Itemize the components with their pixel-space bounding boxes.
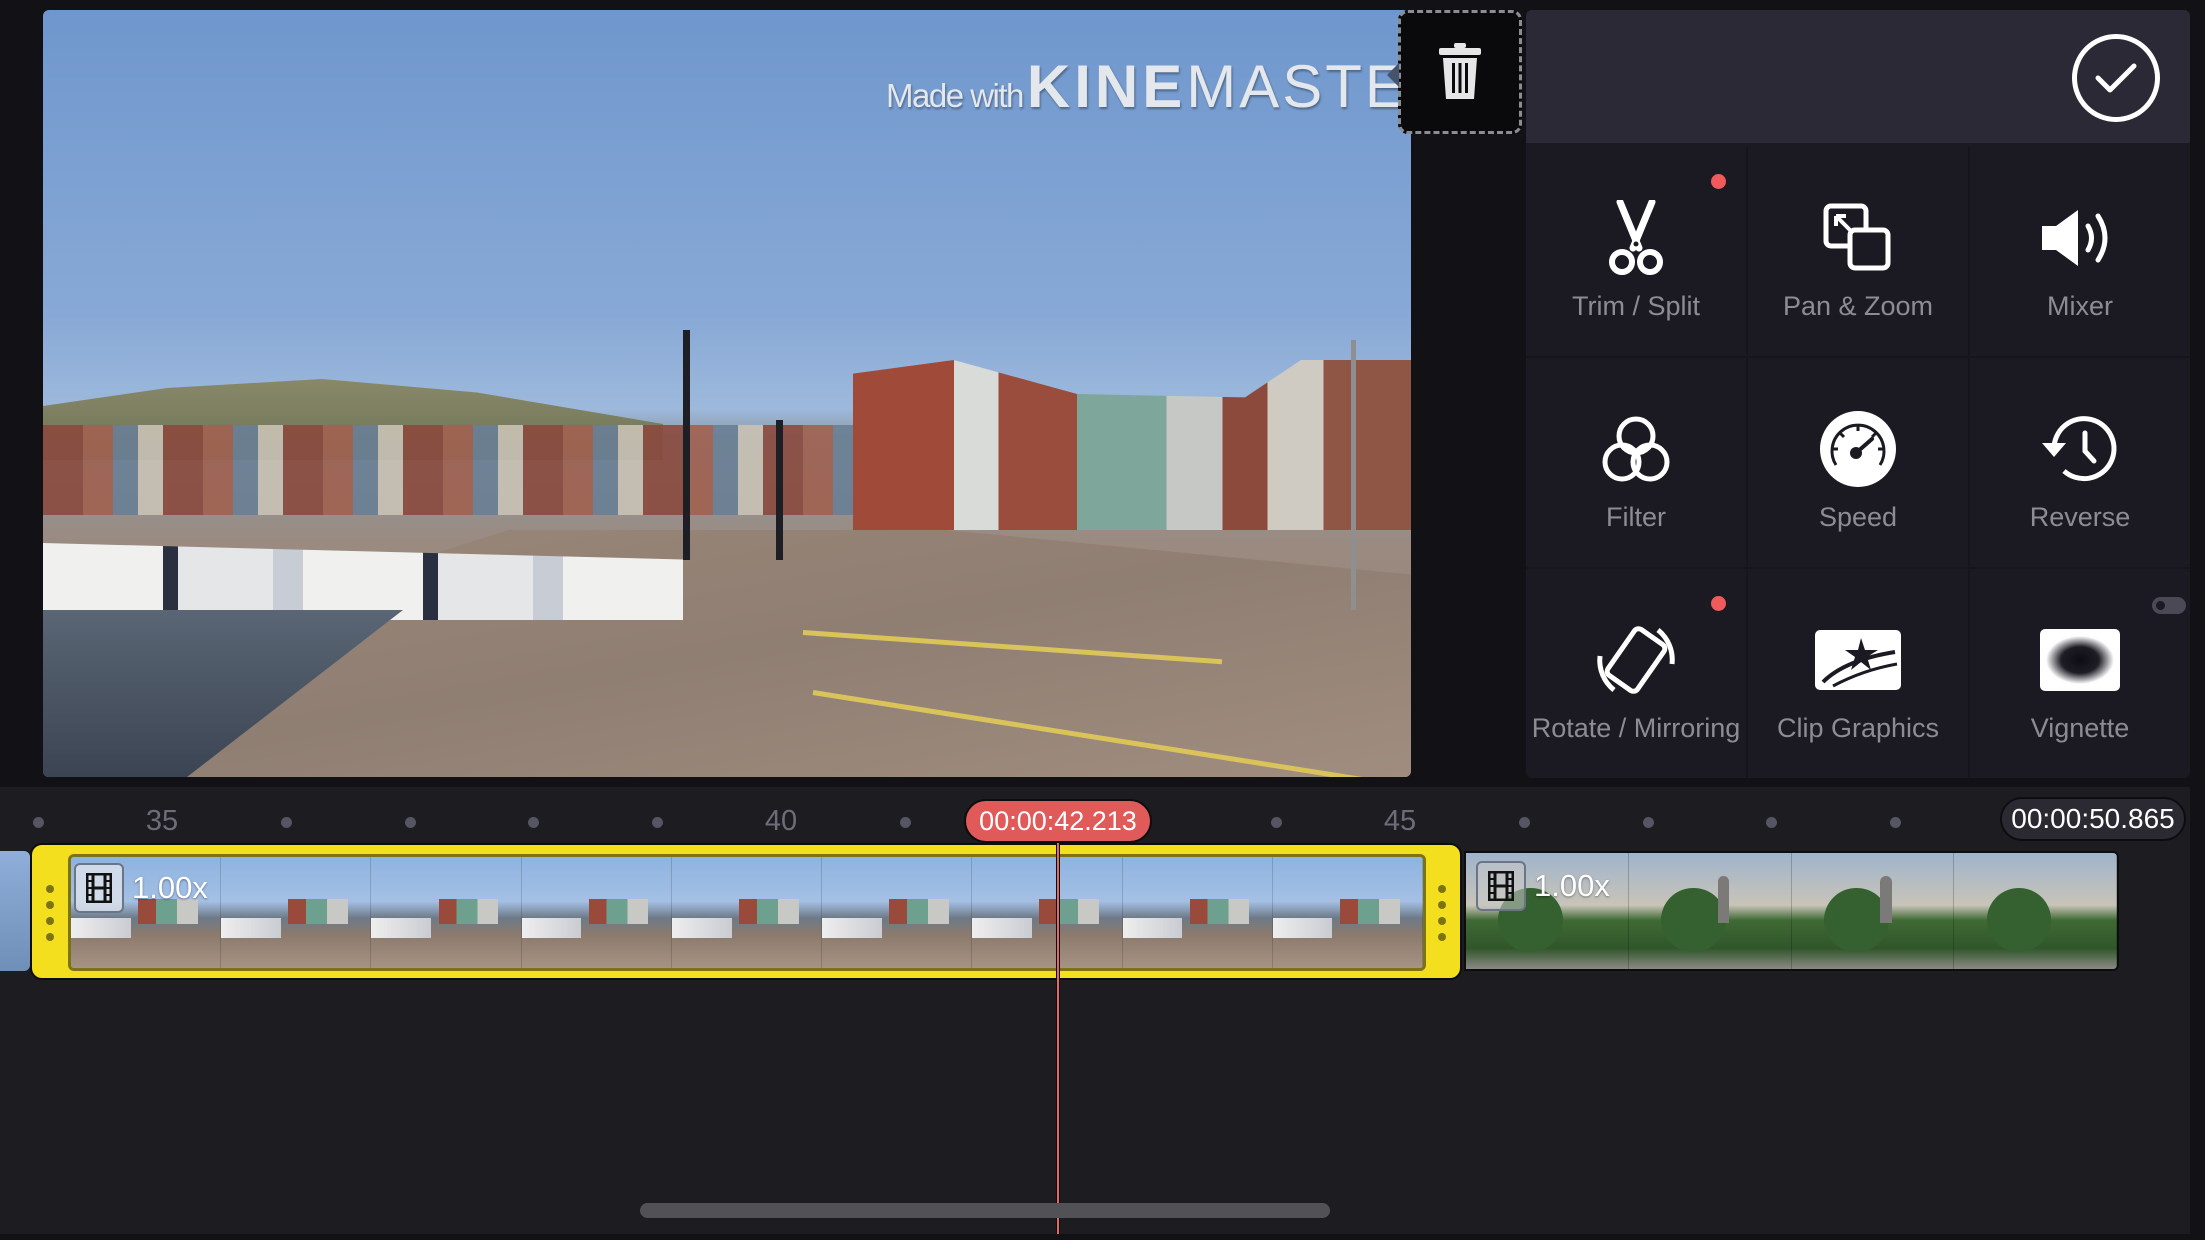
thumbnail-frame	[1954, 853, 2117, 969]
tool-vignette[interactable]: Vignette	[1970, 569, 2190, 778]
rotate-device-icon	[1597, 626, 1675, 694]
preview-boats	[43, 543, 683, 620]
thumbnail-frame	[221, 857, 372, 968]
pan-zoom-icon	[1823, 203, 1891, 271]
tool-filter[interactable]: Filter	[1526, 358, 1746, 567]
ruler-label: 40	[764, 805, 798, 837]
delete-pointer-arrow	[1387, 63, 1399, 87]
ruler-tick-dot	[1890, 817, 1902, 828]
total-duration: 00:00:50.865	[2000, 797, 2186, 841]
timeline[interactable]: 35 40 45 00:00:50.865 1.00x 1.00x 00:00:…	[0, 787, 2190, 1234]
trim-handle-left[interactable]	[44, 885, 56, 941]
trim-handle-right[interactable]	[1436, 885, 1448, 941]
kinemaster-watermark: Made withKINEMASTER	[886, 52, 1411, 121]
timeline-scrollbar[interactable]	[640, 1203, 1330, 1218]
tool-rotate-mirroring[interactable]: Rotate / Mirroring	[1526, 569, 1746, 778]
playhead-time[interactable]: 00:00:42.213	[964, 799, 1152, 843]
thumbnail-frame	[972, 857, 1123, 968]
selected-clip[interactable]: 1.00x	[30, 843, 1462, 980]
tool-label: Speed	[1818, 502, 1898, 532]
panel-header	[1526, 10, 2190, 143]
clip-graphics-star-icon	[1815, 630, 1901, 690]
video-preview[interactable]: Made withKINEMASTER	[43, 10, 1411, 777]
ruler-label: 35	[145, 805, 179, 837]
vignette-icon	[2040, 629, 2120, 691]
tool-label: Pan & Zoom	[1782, 291, 1934, 321]
vignette-toggle[interactable]	[2152, 597, 2186, 614]
tool-pan-zoom[interactable]: Pan & Zoom	[1748, 147, 1968, 356]
preview-lamp-post	[776, 420, 783, 560]
ruler-tick-dot	[652, 817, 664, 828]
watermark-prefix: Made with	[886, 77, 1024, 114]
thumbnail-frame	[1791, 853, 1955, 969]
new-indicator-dot	[1711, 596, 1726, 611]
film-icon	[74, 863, 124, 913]
tool-label: Mixer	[2047, 291, 2113, 321]
done-button[interactable]	[2072, 34, 2160, 122]
ruler-tick-dot	[1518, 817, 1530, 828]
ruler-label: 45	[1383, 805, 1417, 837]
tool-trim-split[interactable]: Trim / Split	[1526, 147, 1746, 356]
playhead-line[interactable]	[1056, 843, 1060, 1234]
trash-icon	[1439, 43, 1481, 99]
tool-mixer[interactable]: Mixer	[1970, 147, 2190, 356]
ruler-tick-dot	[1642, 817, 1654, 828]
speaker-icon	[2042, 210, 2108, 266]
previous-clip[interactable]	[0, 851, 30, 971]
clip-speed-badge: 1.00x	[74, 863, 208, 913]
delete-clip-button[interactable]	[1387, 10, 1522, 134]
preview-buildings-right	[853, 360, 1411, 530]
thumbnail-frame	[371, 857, 522, 968]
ruler-tick-dot	[33, 817, 45, 828]
thumbnail-frame	[521, 857, 672, 968]
scissors-icon	[1609, 200, 1663, 275]
clip-thumbnails	[68, 854, 1426, 971]
tool-grid: Trim / Split Pan & Zoom Mixer Filter Spe…	[1526, 147, 2190, 778]
ruler-tick-dot	[1766, 817, 1778, 828]
tool-label: Filter	[1606, 502, 1666, 532]
thumbnail-frame	[671, 857, 823, 968]
ruler-tick-dot	[899, 817, 911, 828]
thumbnail-frame	[1272, 857, 1423, 968]
next-clip[interactable]: 1.00x	[1464, 851, 2119, 971]
toggle-knob	[2156, 601, 2165, 610]
watermark-brand-light: MASTER	[1186, 53, 1411, 120]
filter-circles-icon	[1602, 416, 1670, 482]
tool-label: Clip Graphics	[1776, 713, 1940, 743]
checkmark-icon	[2095, 63, 2137, 93]
watermark-brand-bold: KINE	[1026, 53, 1187, 120]
tool-reverse[interactable]: Reverse	[1970, 358, 2190, 567]
speedometer-icon	[1820, 411, 1896, 487]
ruler-tick-dot	[1271, 817, 1283, 828]
ruler-tick-dot	[404, 817, 416, 828]
tool-speed[interactable]: Speed	[1748, 358, 1968, 567]
preview-buildings-left	[43, 425, 863, 515]
tool-clip-graphics[interactable]: Clip Graphics	[1748, 569, 1968, 778]
tool-label: Trim / Split	[1572, 291, 1700, 321]
thumbnail-frame	[1122, 857, 1273, 968]
preview-sign-post	[1351, 340, 1356, 610]
thumbnail-frame	[1628, 853, 1792, 969]
ruler-tick-dot	[280, 817, 292, 828]
tool-label: Vignette	[2030, 713, 2130, 743]
tool-label: Reverse	[2029, 502, 2131, 532]
film-icon	[1476, 861, 1526, 911]
thumbnail-frame	[822, 857, 973, 968]
new-indicator-dot	[1711, 174, 1726, 189]
kinemaster-editor: Made withKINEMASTER	[0, 0, 2205, 1240]
clip-speed: 1.00x	[132, 870, 208, 905]
ruler-tick-dot	[528, 817, 540, 828]
clip-options-panel: Trim / Split Pan & Zoom Mixer Filter Spe…	[1526, 10, 2190, 778]
preview-lamp-post	[683, 330, 690, 560]
clip-speed-badge: 1.00x	[1476, 861, 1610, 911]
tool-label: Rotate / Mirroring	[1531, 713, 1741, 743]
history-clock-icon	[2042, 416, 2117, 482]
clip-speed: 1.00x	[1534, 868, 1610, 903]
